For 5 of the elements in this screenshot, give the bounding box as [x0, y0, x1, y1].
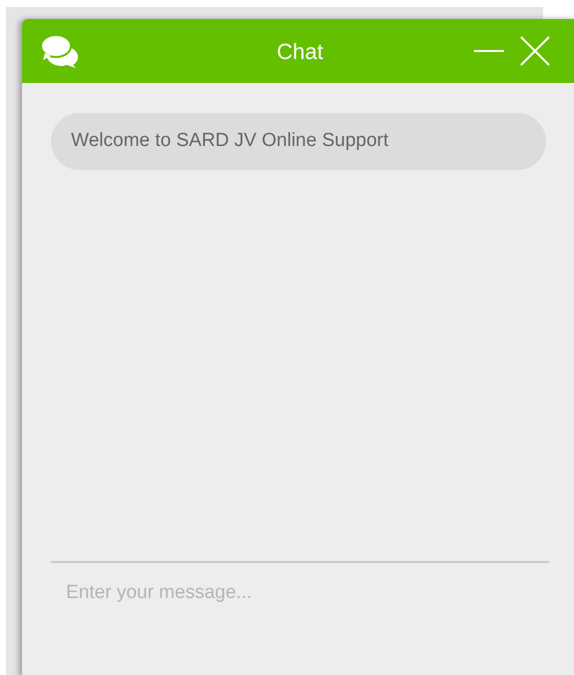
window-title: Chat [276, 38, 324, 66]
message-input[interactable]: Enter your message... [66, 578, 534, 607]
minimize-icon[interactable] [474, 49, 504, 53]
close-icon[interactable] [520, 36, 550, 66]
message-bubble: Welcome to SARD JV Online Support [51, 113, 546, 170]
